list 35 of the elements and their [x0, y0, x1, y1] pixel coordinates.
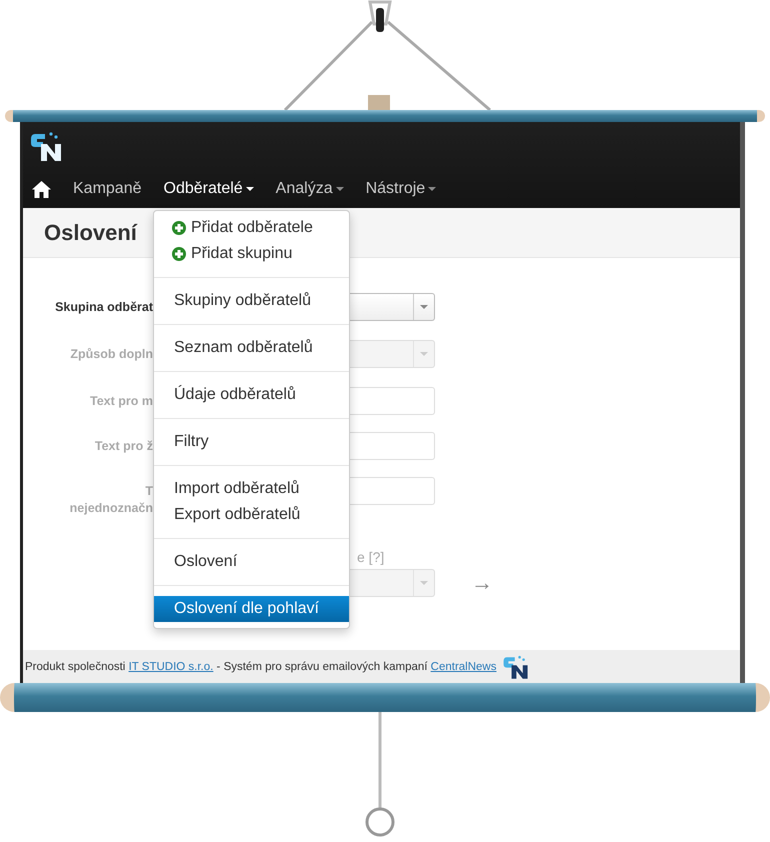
menu-item[interactable]: Přidat odběratele: [154, 215, 349, 241]
field-label: nejednoznačn: [68, 500, 153, 517]
menu-item[interactable]: Import odběratelů: [154, 476, 349, 502]
field-label: Text pro m: [89, 393, 153, 410]
plus-icon: [172, 221, 186, 235]
arrow-icon: →: [435, 569, 505, 597]
caret-icon: [420, 581, 428, 585]
field-label: T: [144, 483, 153, 500]
menu-item[interactable]: Přidat skupinu: [154, 241, 349, 267]
field-label: Skupina odběrat: [54, 299, 153, 316]
menu-item[interactable]: Filtry: [154, 429, 349, 455]
field-label: Text pro ž: [94, 438, 153, 455]
logo-icon: [29, 130, 63, 162]
nav-link[interactable]: Odběratelé: [164, 180, 254, 198]
select-field[interactable]: [349, 293, 435, 321]
plus-icon: [172, 247, 186, 261]
logo-icon: [502, 654, 530, 680]
menu-item[interactable]: Údaje odběratelů: [154, 382, 349, 408]
nav-link[interactable]: Analýza: [276, 180, 344, 198]
caret-icon: [420, 352, 428, 356]
field-label: Způsob dopln: [69, 346, 153, 363]
footer-text: Produkt společnosti IT STUDIO s.r.o. - Systém pro správu emailových kampaní CentralNews: [25, 660, 496, 672]
menu-item[interactable]: Skupiny odběratelů: [154, 288, 349, 314]
footer-link[interactable]: IT STUDIO s.r.o.: [128, 660, 214, 672]
footer-link[interactable]: CentralNews: [430, 660, 496, 672]
home-icon[interactable]: [32, 180, 51, 198]
menu-item[interactable]: Oslovení: [154, 549, 349, 575]
field-label: e [?]: [356, 549, 386, 567]
menu-item[interactable]: Seznam odběratelů: [154, 335, 349, 361]
page-title: Oslovení: [44, 220, 137, 246]
caret-icon: [420, 305, 428, 309]
nav-link[interactable]: Nástroje: [366, 180, 436, 198]
nav-link[interactable]: Kampaně: [73, 180, 142, 198]
menu-item[interactable]: Oslovení dle pohlaví: [154, 596, 349, 622]
menu-item[interactable]: Export odběratelů: [154, 502, 349, 528]
